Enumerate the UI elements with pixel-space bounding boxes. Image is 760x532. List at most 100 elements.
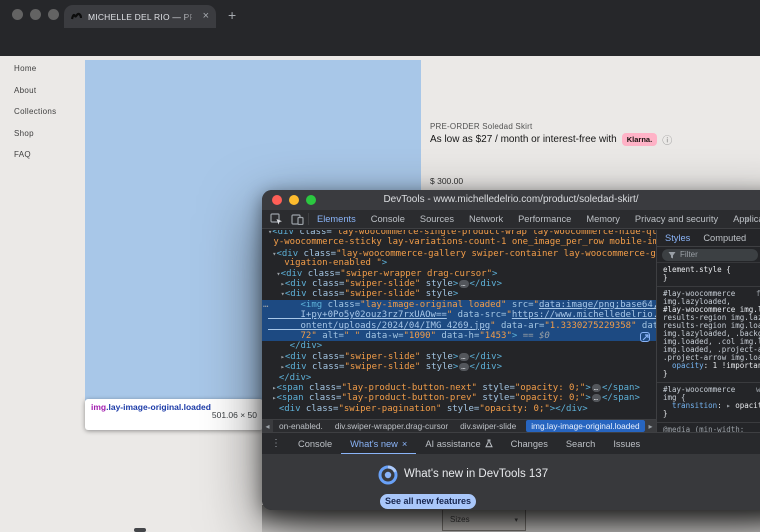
breadcrumb-img-lay-image-original-loaded[interactable]: img.lay-image-original.loaded bbox=[526, 420, 644, 432]
drawer-tab-issues[interactable]: Issues bbox=[604, 433, 649, 455]
minimize-window-button[interactable] bbox=[30, 9, 41, 20]
breadcrumb-scroll-left-icon[interactable]: ◂ bbox=[262, 420, 273, 433]
style-rule-line[interactable]: } bbox=[663, 370, 760, 378]
elements-tree-node[interactable]: ▸<div class="swiper-slide" style>…</div> bbox=[262, 352, 656, 362]
financing-row: As low as $27 / month or interest-free w… bbox=[430, 132, 672, 147]
product-title: PRE-ORDER Soledad Skirt bbox=[430, 122, 532, 131]
tooltip-selector: img.lay-image-original.loaded bbox=[91, 402, 212, 427]
browser-toolbar: ← → michelledelrio.com/product/soledad-s… bbox=[0, 28, 760, 56]
style-rule-line[interactable]: } bbox=[663, 410, 760, 418]
devtools-tabs: Elements Console Sources Network Performance… bbox=[317, 214, 760, 224]
elements-tree-node[interactable]: </div> bbox=[262, 373, 656, 383]
whatsnew-title: What's new in DevTools 137 bbox=[404, 468, 548, 480]
browser-titlebar[interactable]: MICHELLE DEL RIO — PRE-O × + bbox=[0, 0, 760, 28]
elements-tree-node[interactable]: <div class="swiper-pagination" style="op… bbox=[262, 404, 656, 414]
financing-text: As low as $27 / month or interest-free w… bbox=[430, 134, 617, 145]
klarna-badge[interactable]: Klarna. bbox=[622, 133, 657, 146]
elements-panel: ▾<div class="lay-woocommerce-single-prod… bbox=[262, 230, 656, 419]
browser-tab[interactable]: MICHELLE DEL RIO — PRE-O × bbox=[64, 5, 216, 28]
styles-filter-input[interactable]: Filter bbox=[662, 249, 758, 261]
drawer-tab-changes[interactable]: Changes bbox=[502, 433, 557, 455]
elements-tree-node[interactable]: … <img class="lay-image-original loaded"… bbox=[262, 300, 656, 310]
devtools-tab-network[interactable]: Network bbox=[469, 214, 503, 224]
close-window-button[interactable] bbox=[12, 9, 23, 20]
maximize-window-button[interactable] bbox=[48, 9, 59, 20]
elements-tree-node[interactable]: ▸<div class="swiper-slide" style>…</div> bbox=[262, 279, 656, 289]
devtools-title: DevTools - www.michelledelrio.com/produc… bbox=[262, 194, 760, 205]
tab-title-fade bbox=[180, 5, 198, 28]
devtools-tab-elements[interactable]: Elements bbox=[317, 214, 356, 224]
elements-tree-node[interactable]: I+py+0Po5y02ouz3rz7rxUAOw==" data-src="h… bbox=[262, 310, 656, 320]
breadcrumb-div-swiper-slide[interactable]: div.swiper-slide bbox=[454, 421, 522, 431]
sidebar-link-about[interactable]: About bbox=[14, 86, 56, 95]
styles-filter-row: Filter bbox=[657, 247, 760, 263]
elements-tree-node[interactable]: ▾<div class="lay-woocommerce-gallery swi… bbox=[262, 248, 656, 258]
experiment-icon bbox=[485, 439, 493, 448]
filter-placeholder: Filter bbox=[680, 250, 698, 259]
sidebar-link-shop[interactable]: Shop bbox=[14, 129, 56, 138]
sidebar-link-collections[interactable]: Collections bbox=[14, 107, 56, 116]
info-icon[interactable]: ⓘ bbox=[662, 132, 672, 147]
elements-tree-node[interactable]: y-woocommerce-sticky lay-variations-coun… bbox=[262, 237, 656, 247]
whatsnew-panel: What's new in DevTools 137 See all new f… bbox=[262, 454, 760, 510]
more-tabs-chevron[interactable]: » bbox=[744, 214, 749, 224]
elements-tree-node[interactable]: vigation-enabled "> bbox=[262, 258, 656, 268]
drawer-tab-search[interactable]: Search bbox=[557, 433, 604, 455]
style-rule-line[interactable]: transition: ▸ opacity bbox=[663, 402, 760, 410]
site-favicon-icon bbox=[71, 11, 82, 22]
devtools-tab-sources[interactable]: Sources bbox=[420, 214, 454, 224]
sidebar-link-home[interactable]: Home bbox=[14, 64, 56, 73]
elements-tree-node[interactable]: </div> bbox=[262, 341, 656, 351]
see-all-features-button[interactable]: See all new features bbox=[380, 494, 476, 509]
elements-tree-node[interactable]: ▸<span class="lay-product-button-next" s… bbox=[262, 383, 656, 393]
elements-tree-node[interactable]: 72" alt=" " data-w="1090" data-h="1453">… bbox=[262, 331, 656, 341]
elements-tree-node[interactable]: ▾<div class="swiper-wrapper drag-cursor"… bbox=[262, 269, 656, 279]
style-rule-line[interactable]: opacity: 1 !importan bbox=[663, 362, 760, 370]
sidebar-nav: Home About Collections Shop FAQ bbox=[0, 64, 56, 172]
tab-title: MICHELLE DEL RIO — PRE-O bbox=[88, 12, 192, 22]
tab-close-icon[interactable]: × bbox=[203, 11, 209, 22]
tabbar-separator bbox=[308, 213, 309, 225]
elements-tree-node[interactable]: ▾<div class="lay-woocommerce-single-prod… bbox=[262, 230, 656, 237]
elements-tree-node[interactable]: ontent/uploads/2024/04/IMG_4269.jpg" dat… bbox=[262, 321, 656, 331]
new-tab-button[interactable]: + bbox=[228, 7, 236, 23]
styles-tabs: StylesComputedLayout bbox=[657, 230, 760, 247]
style-source-link[interactable]: fr bbox=[756, 290, 760, 298]
elements-tree-node[interactable]: ▸<div class="swiper-slide" style>…</div> bbox=[262, 362, 656, 372]
tooltip-dimensions: 501.06 × 50 bbox=[212, 410, 257, 420]
styles-tab-styles[interactable]: Styles bbox=[665, 233, 690, 243]
drawer-tab-console[interactable]: Console bbox=[289, 433, 341, 455]
breadcrumb-scroll-right-icon[interactable]: ▸ bbox=[645, 420, 656, 433]
style-source-link[interactable]: wo bbox=[756, 386, 760, 394]
devtools-tabbar: Elements Console Sources Network Performance… bbox=[262, 210, 760, 229]
drawer-menu-icon[interactable]: ⋮ bbox=[262, 438, 289, 449]
screen: MICHELLE DEL RIO — PRE-O × + ← → michell… bbox=[0, 0, 760, 532]
style-rule-line[interactable]: } bbox=[663, 274, 760, 282]
styles-tab-computed[interactable]: Computed bbox=[703, 233, 746, 243]
devtools-tab-performance[interactable]: Performance bbox=[518, 214, 571, 224]
drawer-tab-ai-assistance[interactable]: AI assistance bbox=[416, 433, 501, 455]
elements-breadcrumb-bar: ◂ on-enabled.div.swiper-wrapper.drag-cur… bbox=[262, 419, 656, 432]
devtools-tab-console[interactable]: Console bbox=[371, 214, 405, 224]
devtools-tab-privacy-and-security[interactable]: Privacy and security bbox=[635, 214, 718, 224]
devtools-tab-memory[interactable]: Memory bbox=[586, 214, 620, 224]
devtools-titlebar[interactable]: DevTools - www.michelledelrio.com/produc… bbox=[262, 190, 760, 210]
node-menu-ellipsis[interactable]: … bbox=[263, 300, 269, 310]
drawer-tabbar: ⋮ ConsoleWhat's new×AI assistanceChanges… bbox=[262, 432, 760, 454]
chrome-logo-icon bbox=[378, 465, 398, 485]
filter-funnel-icon bbox=[668, 251, 676, 259]
sidebar-link-faq[interactable]: FAQ bbox=[14, 150, 56, 159]
elements-tree-node[interactable]: ▸<span class="lay-product-button-prev" s… bbox=[262, 393, 656, 403]
breadcrumb-on-enabled[interactable]: on-enabled. bbox=[273, 421, 329, 431]
inspect-tooltip: img.lay-image-original.loaded 501.06 × 5… bbox=[85, 399, 263, 430]
breadcrumb-div-swiper-wrapper-drag-cursor[interactable]: div.swiper-wrapper.drag-cursor bbox=[329, 421, 454, 431]
page-artifact bbox=[134, 528, 146, 532]
devtools-window: DevTools - www.michelledelrio.com/produc… bbox=[262, 190, 760, 510]
drawer-tab-what-s-new[interactable]: What's new× bbox=[341, 433, 416, 455]
device-toolbar-icon[interactable] bbox=[291, 213, 304, 225]
elements-tree-node[interactable]: ▾<div class="swiper-slide" style> bbox=[262, 289, 656, 299]
close-icon[interactable]: × bbox=[402, 433, 407, 455]
styles-rules: element.style {}#lay-woocommercefrimg.la… bbox=[657, 263, 760, 432]
inspect-cursor-icon[interactable] bbox=[270, 213, 283, 225]
style-rule-line[interactable]: element.style { bbox=[663, 266, 760, 274]
